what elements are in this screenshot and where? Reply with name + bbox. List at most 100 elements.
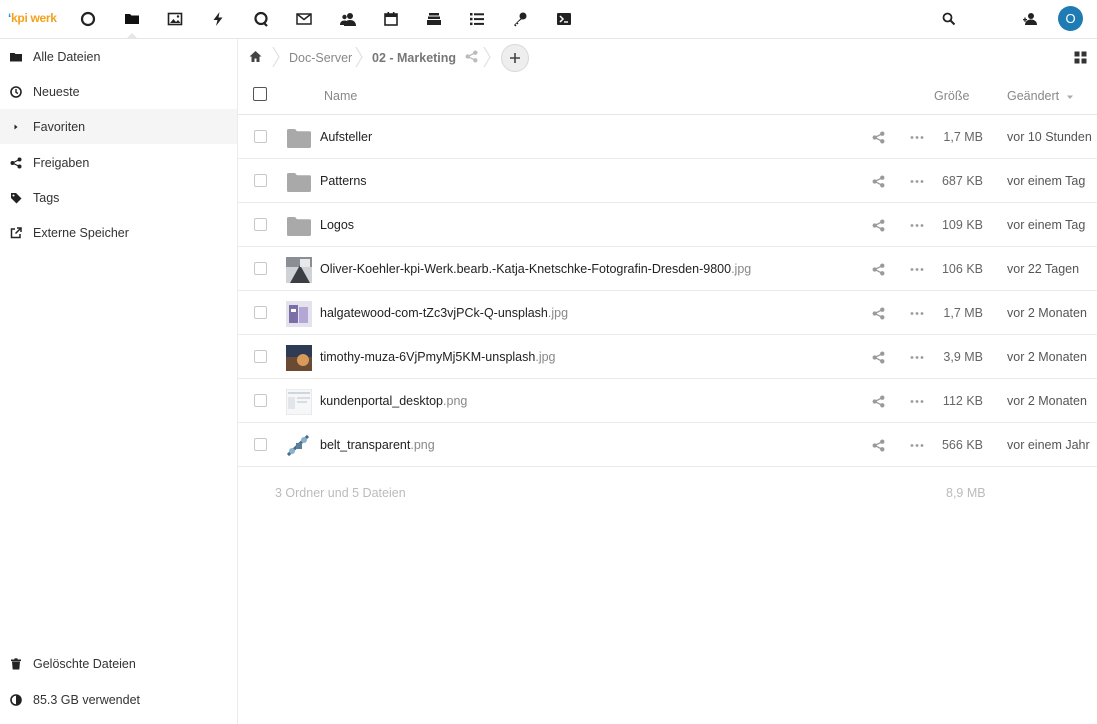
search-icon[interactable] (939, 9, 959, 29)
breadcrumb-doc-server[interactable]: Doc-Server (289, 51, 352, 65)
sidebar-item-deleted-files[interactable]: Gelöschte Dateien (0, 646, 237, 681)
file-size: 109 KB (941, 218, 983, 232)
file-name[interactable]: halgatewood-com-tZc3vjPCk-Q-unsplash.jpg (320, 306, 568, 320)
file-row[interactable]: Patterns 687 KB vor einem Tag (238, 159, 1097, 203)
breadcrumb-separator-icon (355, 46, 363, 68)
contacts-icon[interactable] (338, 9, 358, 29)
breadcrumb-share-icon[interactable] (465, 50, 478, 63)
terminal-icon[interactable] (554, 9, 574, 29)
image-thumbnail (286, 301, 312, 327)
column-name-header[interactable]: Name (324, 89, 357, 103)
grid-view-icon[interactable] (1074, 51, 1087, 64)
file-basename: belt_transparent (320, 438, 411, 452)
more-actions-icon[interactable] (910, 175, 924, 188)
more-actions-icon[interactable] (910, 307, 924, 320)
sidebar-item-label: Externe Speicher (33, 225, 129, 240)
file-row[interactable]: belt_transparent.png 566 KB vor einem Jahr (238, 423, 1097, 467)
sidebar: Alle Dateien Neueste Favoriten Freigaben… (0, 39, 238, 724)
folder-icon (286, 169, 312, 195)
share-icon[interactable] (872, 439, 885, 452)
file-name[interactable]: Patterns (320, 174, 367, 188)
file-extension: .jpg (731, 262, 752, 276)
sidebar-item-all-files[interactable]: Alle Dateien (0, 39, 237, 74)
breadcrumb-separator-icon (272, 46, 280, 68)
file-row[interactable]: Logos 109 KB vor einem Tag (238, 203, 1097, 247)
photos-icon[interactable] (165, 9, 185, 29)
file-modified: vor 2 Monaten (1007, 350, 1087, 364)
files-icon[interactable] (122, 9, 142, 29)
file-name[interactable]: kundenportal_desktop.png (320, 394, 467, 408)
row-checkbox[interactable] (254, 262, 267, 275)
calendar-icon[interactable] (381, 9, 401, 29)
file-name[interactable]: Logos (320, 218, 354, 232)
dashboard-icon[interactable] (78, 9, 98, 29)
file-row[interactable]: kundenportal_desktop.png 112 KB vor 2 Mona… (238, 379, 1097, 423)
row-checkbox[interactable] (254, 218, 267, 231)
file-name[interactable]: belt_transparent.png (320, 438, 435, 452)
image-thumbnail (286, 389, 312, 415)
more-actions-icon[interactable] (910, 263, 924, 276)
share-icon[interactable] (872, 307, 885, 320)
breadcrumb-current-folder[interactable]: 02 - Marketing (372, 51, 456, 65)
sidebar-item-tags[interactable]: Tags (0, 180, 237, 215)
row-checkbox[interactable] (254, 350, 267, 363)
file-summary-size: 8,9 MB (946, 486, 986, 500)
folder-icon (286, 125, 312, 151)
sidebar-item-quota[interactable]: 85.3 GB verwendet (0, 682, 237, 717)
share-icon[interactable] (872, 351, 885, 364)
tag-icon (9, 191, 22, 204)
activity-icon[interactable] (208, 9, 228, 29)
file-row[interactable]: Aufsteller 1,7 MB vor 10 Stunden (238, 115, 1097, 159)
column-modified-header[interactable]: Geändert (1007, 89, 1074, 103)
file-row[interactable]: timothy-muza-6VjPmyMj5KM-unsplash.jpg 3,9… (238, 335, 1097, 379)
sort-desc-icon (1066, 95, 1073, 99)
share-icon[interactable] (872, 263, 885, 276)
file-name[interactable]: Aufsteller (320, 130, 372, 144)
column-size-header[interactable]: Größe (934, 89, 969, 103)
more-actions-icon[interactable] (910, 131, 924, 144)
row-checkbox[interactable] (254, 306, 267, 319)
home-icon[interactable] (249, 50, 262, 63)
row-checkbox[interactable] (254, 394, 267, 407)
kpi-werk-logo[interactable]: ʻkpi werk (8, 11, 57, 25)
file-row[interactable]: Oliver-Koehler-kpi-Werk.bearb.-Katja-Kne… (238, 247, 1097, 291)
file-basename: halgatewood-com-tZc3vjPCk-Q-unsplash (320, 306, 548, 320)
row-checkbox[interactable] (254, 130, 267, 143)
mail-icon[interactable] (294, 9, 314, 29)
contacts-menu-icon[interactable] (1020, 9, 1040, 29)
file-extension: .png (443, 394, 468, 408)
more-actions-icon[interactable] (910, 219, 924, 232)
image-thumbnail (286, 257, 312, 283)
file-modified: vor 2 Monaten (1007, 306, 1087, 320)
file-name[interactable]: timothy-muza-6VjPmyMj5KM-unsplash.jpg (320, 350, 556, 364)
share-icon[interactable] (872, 131, 885, 144)
file-size: 1,7 MB (943, 130, 983, 144)
file-row[interactable]: halgatewood-com-tZc3vjPCk-Q-unsplash.jpg… (238, 291, 1097, 335)
talk-icon[interactable] (251, 9, 271, 29)
row-checkbox[interactable] (254, 438, 267, 451)
caret-right-icon[interactable] (9, 120, 22, 133)
more-actions-icon[interactable] (910, 351, 924, 364)
sidebar-item-recent[interactable]: Neueste (0, 74, 237, 109)
share-icon[interactable] (872, 395, 885, 408)
file-size: 112 KB (942, 394, 983, 408)
sidebar-item-external-storage[interactable]: Externe Speicher (0, 215, 237, 250)
new-file-button[interactable] (501, 44, 529, 72)
folder-icon (286, 213, 312, 239)
user-avatar[interactable]: O (1058, 6, 1083, 31)
more-actions-icon[interactable] (910, 439, 924, 452)
more-actions-icon[interactable] (910, 395, 924, 408)
sidebar-item-favorites[interactable]: Favoriten (0, 109, 237, 144)
passwords-icon[interactable] (510, 9, 530, 29)
row-checkbox[interactable] (254, 174, 267, 187)
quota-pie-icon (9, 693, 22, 706)
share-icon[interactable] (872, 219, 885, 232)
file-size: 566 KB (941, 438, 983, 452)
tasks-icon[interactable] (467, 9, 487, 29)
file-name[interactable]: Oliver-Koehler-kpi-Werk.bearb.-Katja-Kne… (320, 262, 751, 276)
sidebar-item-shares[interactable]: Freigaben (0, 145, 237, 180)
select-all-checkbox[interactable] (253, 87, 267, 101)
deck-icon[interactable] (424, 9, 444, 29)
file-basename: timothy-muza-6VjPmyMj5KM-unsplash (320, 350, 536, 364)
share-icon[interactable] (872, 175, 885, 188)
